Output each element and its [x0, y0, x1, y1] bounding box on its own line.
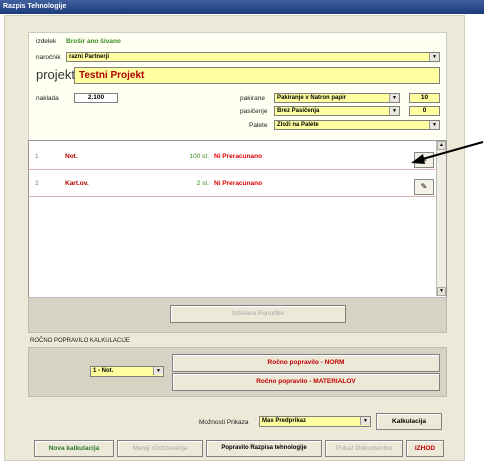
izdelava-ponudbe-button[interactable]: Izdelava Ponudbe: [170, 305, 346, 323]
window-title: Razpis Tehnologije: [0, 0, 484, 14]
projekt-input[interactable]: Testni Projekt: [74, 67, 440, 84]
preview-label: Možnosti Prikaza: [199, 419, 249, 426]
pakirane-label: pakirane: [240, 95, 265, 102]
preview-value: Max Predprikaz: [262, 418, 307, 424]
chevron-down-icon[interactable]: ▼: [429, 53, 439, 61]
component-select[interactable]: 1 - Not. ▼: [90, 366, 164, 377]
list-item[interactable]: 1 Not. 100 st. Ni Preracunano ✎: [29, 143, 435, 170]
meniji-vzdrzevanja-button[interactable]: Meniji Vzdrževanja: [117, 440, 203, 457]
component-value: 1 - Not.: [93, 368, 114, 374]
palete-value: Zloži na Palete: [277, 122, 319, 128]
narocnik-select[interactable]: razni Partnerji ▼: [66, 52, 440, 62]
naklada-input[interactable]: 2.100: [74, 93, 118, 103]
section-title: ROČNO POPRAVILO KALKULACIJE: [30, 338, 130, 344]
app-window: Razpis Tehnologije izdelek Brošir ano ši…: [0, 0, 484, 464]
naklada-label: naklada: [36, 95, 59, 102]
pasicenje-select[interactable]: Brez Pasičenja ▼: [274, 106, 400, 116]
row-quantity: 2 st.: [196, 180, 209, 187]
pakirane-qty-input[interactable]: 10: [409, 93, 440, 103]
chevron-down-icon[interactable]: ▼: [429, 121, 439, 129]
prikaz-dokumentov-button[interactable]: Prikaz Dokumentov: [325, 440, 403, 457]
chevron-down-icon[interactable]: ▼: [389, 94, 399, 102]
row-number: 1: [35, 153, 39, 160]
pasicenje-label: pasičenje: [240, 108, 268, 115]
izhod-button[interactable]: IZHOD: [406, 440, 444, 457]
chevron-down-icon[interactable]: ▼: [389, 107, 399, 115]
row-name: Not.: [65, 153, 78, 160]
component-list: 1 Not. 100 st. Ni Preracunano ✎ 2 Kart.o…: [28, 140, 447, 299]
narocnik-value: razni Partnerji: [69, 54, 110, 60]
izdelek-value: Brošir ano šivano: [66, 38, 121, 45]
chevron-down-icon[interactable]: ▼: [153, 367, 163, 375]
kalkulacija-button[interactable]: Kalkulacija: [376, 413, 442, 430]
narocnik-label: naročnik: [36, 54, 61, 61]
pakirane-value: Pakiranje v Natron papir: [277, 95, 347, 101]
row-status: Ni Preracunano: [214, 180, 263, 187]
rocno-norm-button[interactable]: Ročno popravilo - NORM: [172, 354, 440, 372]
pointer-arrow-icon: [411, 141, 484, 164]
row-quantity: 100 st.: [189, 153, 209, 160]
pasicenje-value: Brez Pasičenja: [277, 108, 320, 114]
list-item[interactable]: 2 Kart.ov. 2 st. Ni Preracunano ✎: [29, 170, 435, 197]
scroll-down-icon[interactable]: ▼: [437, 287, 446, 296]
chevron-down-icon[interactable]: ▼: [360, 417, 370, 425]
izdelek-label: izdelek: [36, 38, 57, 45]
row-name: Kart.ov.: [65, 180, 89, 187]
nova-kalkulacija-button[interactable]: Nova kalkulacija: [34, 440, 114, 457]
row-number: 2: [35, 180, 39, 187]
pasicenje-qty-input[interactable]: 0: [409, 106, 440, 116]
popravilo-razpisa-button[interactable]: Popravilo Razpisa tehnologije: [206, 440, 322, 457]
row-status: Ni Preracunano: [214, 153, 263, 160]
projekt-label: projekt: [36, 67, 76, 82]
rocno-material-button[interactable]: Ročno popravilo - MATERIALOV: [172, 373, 440, 391]
preview-select[interactable]: Max Predprikaz ▼: [259, 416, 371, 427]
edit-icon[interactable]: ✎: [414, 179, 434, 195]
palete-select[interactable]: Zloži na Palete ▼: [274, 120, 440, 130]
pakirane-select[interactable]: Pakiranje v Natron papir ▼: [274, 93, 400, 103]
palete-label: Palete: [249, 122, 268, 129]
